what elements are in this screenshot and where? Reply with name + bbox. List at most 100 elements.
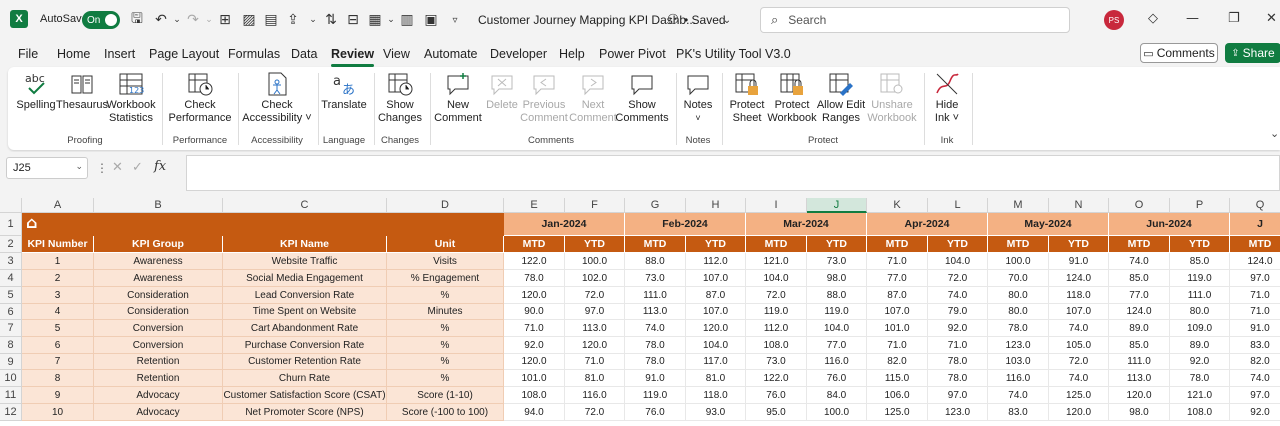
value-cell[interactable]: 115.0: [867, 370, 928, 387]
kpi-number-cell[interactable]: 5: [22, 320, 94, 337]
value-cell[interactable]: 113.0: [1109, 370, 1170, 387]
kpi-name-cell[interactable]: Lead Conversion Rate: [223, 287, 387, 304]
mtd-header[interactable]: MTD: [504, 236, 565, 253]
saved-dropdown-icon[interactable]: ⌄: [718, 11, 736, 29]
value-cell[interactable]: 74.0: [1049, 370, 1109, 387]
kpi-unit-cell[interactable]: %: [387, 354, 504, 370]
value-cell[interactable]: 121.0: [746, 253, 807, 270]
value-cell[interactable]: 104.0: [928, 253, 988, 270]
tab-insert[interactable]: Insert: [104, 47, 135, 61]
value-cell[interactable]: 111.0: [1109, 354, 1170, 370]
kpi-unit-cell[interactable]: %: [387, 370, 504, 387]
borders-icon[interactable]: ⊞: [216, 11, 234, 29]
value-cell[interactable]: 74.0: [928, 287, 988, 304]
ytd-header[interactable]: YTD: [1170, 236, 1230, 253]
value-cell[interactable]: 120.0: [504, 354, 565, 370]
kpi-number-cell[interactable]: 9: [22, 387, 94, 404]
name-box-dropdown-icon[interactable]: ⌄: [75, 161, 83, 172]
cancel-entry-icon[interactable]: ✕: [112, 160, 123, 175]
value-cell[interactable]: 112.0: [746, 320, 807, 337]
kpi-unit-cell[interactable]: %: [387, 337, 504, 354]
value-cell[interactable]: 78.0: [504, 270, 565, 287]
kpi-name-cell[interactable]: Churn Rate: [223, 370, 387, 387]
value-cell[interactable]: 98.0: [1109, 404, 1170, 421]
premium-diamond-icon[interactable]: ◇: [1148, 11, 1158, 26]
value-cell[interactable]: 108.0: [504, 387, 565, 404]
row-header-9[interactable]: 9: [0, 354, 22, 370]
value-cell[interactable]: 101.0: [867, 320, 928, 337]
column-header-e[interactable]: E: [504, 198, 565, 213]
value-cell[interactable]: 78.0: [625, 354, 686, 370]
value-cell[interactable]: 84.0: [807, 387, 867, 404]
value-cell[interactable]: 78.0: [625, 337, 686, 354]
value-cell[interactable]: 88.0: [807, 287, 867, 304]
value-cell[interactable]: 92.0: [504, 337, 565, 354]
column-header-c[interactable]: C: [223, 198, 387, 213]
kpi-name-cell[interactable]: Customer Satisfaction Score (CSAT): [223, 387, 387, 404]
kpi-name-cell[interactable]: Net Promoter Score (NPS): [223, 404, 387, 421]
value-cell[interactable]: 120.0: [1109, 387, 1170, 404]
value-cell[interactable]: 74.0: [1109, 253, 1170, 270]
kpi-unit-cell[interactable]: %: [387, 287, 504, 304]
value-cell[interactable]: 92.0: [1230, 404, 1280, 421]
workbook-statistics-button[interactable]: 123 Workbook Statistics: [106, 71, 156, 125]
value-cell[interactable]: 123.0: [928, 404, 988, 421]
kpi-name-cell[interactable]: Time Spent on Website: [223, 304, 387, 320]
ytd-header[interactable]: YTD: [1049, 236, 1109, 253]
home-icon[interactable]: ⌂: [26, 215, 37, 231]
value-cell[interactable]: 72.0: [746, 287, 807, 304]
column-title[interactable]: KPI Group: [94, 236, 223, 253]
month-header[interactable]: May-2024: [988, 213, 1109, 236]
kpi-unit-cell[interactable]: %: [387, 320, 504, 337]
value-cell[interactable]: 125.0: [1049, 387, 1109, 404]
value-cell[interactable]: 77.0: [1109, 287, 1170, 304]
value-cell[interactable]: 97.0: [565, 304, 625, 320]
column-header-j[interactable]: J: [807, 198, 867, 213]
confirm-entry-icon[interactable]: ✓: [132, 160, 143, 175]
new-comment-button[interactable]: New Comment: [434, 71, 482, 125]
sort-icon[interactable]: ⇅: [322, 11, 340, 29]
kpi-group-cell[interactable]: Consideration: [94, 287, 223, 304]
collapse-ribbon-icon[interactable]: ⌄: [1270, 127, 1279, 140]
value-cell[interactable]: 100.0: [565, 253, 625, 270]
value-cell[interactable]: 78.0: [928, 370, 988, 387]
show-changes-button[interactable]: Show Changes: [378, 71, 422, 125]
value-cell[interactable]: 91.0: [625, 370, 686, 387]
share-button[interactable]: ⇪ Share: [1225, 43, 1280, 63]
value-cell[interactable]: 98.0: [807, 270, 867, 287]
value-cell[interactable]: 71.0: [1230, 287, 1280, 304]
translate-button[interactable]: aあ Translate: [321, 71, 366, 112]
value-cell[interactable]: 116.0: [988, 370, 1049, 387]
value-cell[interactable]: 76.0: [746, 387, 807, 404]
month-header[interactable]: Mar-2024: [746, 213, 867, 236]
value-cell[interactable]: 78.0: [928, 354, 988, 370]
column-header-b[interactable]: B: [94, 198, 223, 213]
value-cell[interactable]: 112.0: [686, 253, 746, 270]
table-icon[interactable]: ▥: [398, 11, 416, 29]
value-cell[interactable]: 76.0: [625, 404, 686, 421]
row-header-2[interactable]: 2: [0, 236, 22, 253]
value-cell[interactable]: 72.0: [565, 404, 625, 421]
avatar[interactable]: PS: [1104, 10, 1124, 30]
value-cell[interactable]: 83.0: [1230, 337, 1280, 354]
value-cell[interactable]: 92.0: [928, 320, 988, 337]
column-header-d[interactable]: D: [387, 198, 504, 213]
column-title[interactable]: Unit: [387, 236, 504, 253]
customize-qat-icon[interactable]: ▿: [446, 11, 464, 29]
insert-function-icon[interactable]: fx: [154, 159, 166, 174]
value-cell[interactable]: 119.0: [807, 304, 867, 320]
close-icon[interactable]: ✕: [1266, 11, 1277, 26]
mtd-header[interactable]: MTD: [625, 236, 686, 253]
value-cell[interactable]: 82.0: [867, 354, 928, 370]
value-cell[interactable]: 72.0: [928, 270, 988, 287]
value-cell[interactable]: 92.0: [1170, 354, 1230, 370]
value-cell[interactable]: 120.0: [686, 320, 746, 337]
value-cell[interactable]: 111.0: [1170, 287, 1230, 304]
kpi-group-cell[interactable]: Advocacy: [94, 404, 223, 421]
mtd-header[interactable]: MTD: [1109, 236, 1170, 253]
value-cell[interactable]: 113.0: [625, 304, 686, 320]
row-header-11[interactable]: 11: [0, 387, 22, 404]
tab-help[interactable]: Help: [559, 47, 585, 61]
column-header-m[interactable]: M: [988, 198, 1049, 213]
protect-workbook-button[interactable]: Protect Workbook: [767, 71, 817, 125]
